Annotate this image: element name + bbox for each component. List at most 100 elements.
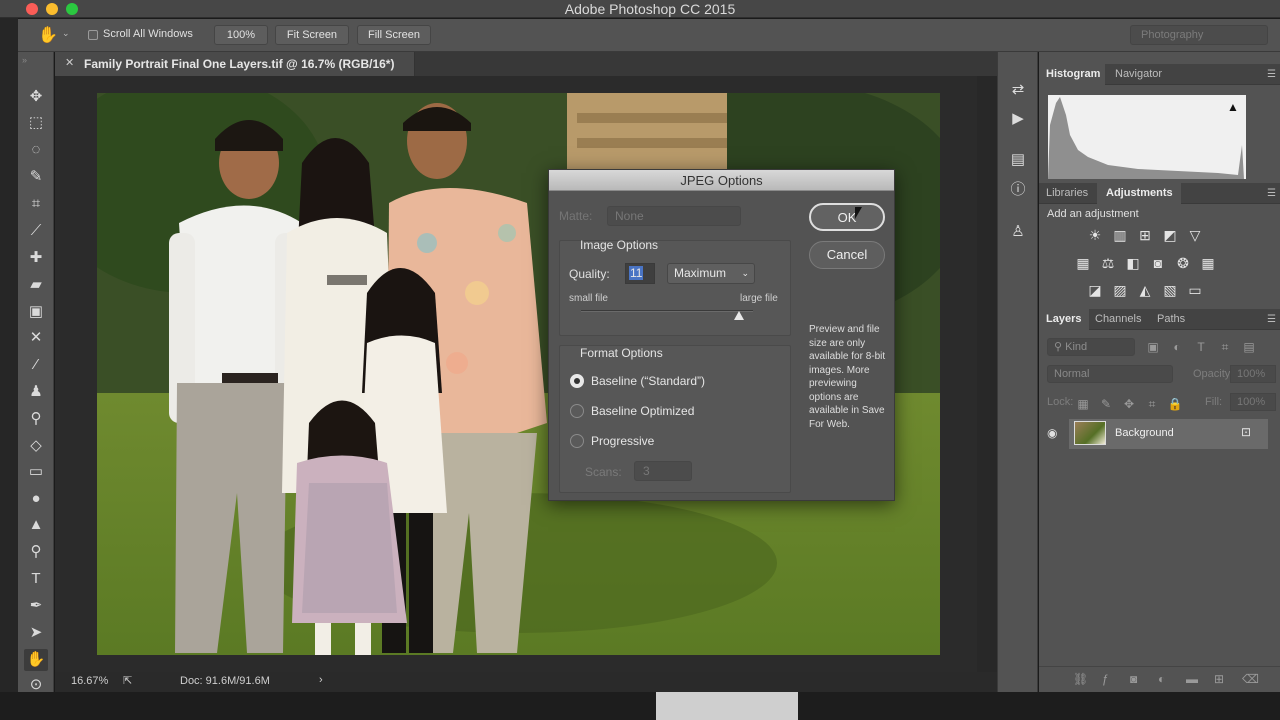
eyedropper-tool-icon[interactable]: ⟋ [24, 220, 48, 242]
actions-play-icon[interactable]: ▶ [1008, 109, 1028, 129]
lock-position-icon[interactable]: ✥ [1121, 396, 1137, 412]
tab-libraries[interactable]: Libraries [1046, 187, 1088, 199]
brush-tool-icon[interactable]: ▰ [24, 274, 48, 296]
blur-tool-icon[interactable]: ● [24, 488, 48, 510]
zoom-level-readout[interactable]: 16.67% [71, 675, 108, 687]
opacity-input[interactable]: 100% [1230, 365, 1276, 383]
history-icon[interactable]: ⇄ [1008, 80, 1028, 100]
close-icon[interactable]: ✕ [65, 56, 74, 69]
tab-channels[interactable]: Channels [1095, 313, 1141, 325]
tab-histogram[interactable]: Histogram [1046, 68, 1100, 80]
photo-filter-icon[interactable]: ◙ [1150, 255, 1166, 271]
ok-button[interactable]: OK [809, 203, 885, 231]
add-mask-icon[interactable]: ◙ [1130, 672, 1137, 686]
tab-adjustments[interactable]: Adjustments [1106, 187, 1173, 199]
quality-preset-select[interactable]: Maximum ⌄ [667, 263, 755, 284]
filter-type-icon[interactable]: T [1193, 339, 1209, 355]
black-white-icon[interactable]: ◧ [1125, 255, 1141, 271]
lock-icon[interactable]: ⊡ [1241, 425, 1251, 439]
layer-row[interactable]: Background ⊡ [1069, 419, 1268, 449]
warning-icon[interactable]: ▲ [1227, 100, 1239, 114]
lasso-tool-icon[interactable]: ◌ [24, 139, 48, 161]
trash-icon[interactable]: ⌫ [1242, 672, 1259, 686]
format-option-radio[interactable] [570, 374, 584, 388]
filter-adjustment-icon[interactable]: ◐ [1169, 339, 1185, 355]
format-option-label[interactable]: Baseline Optimized [591, 404, 694, 418]
eraser-tool-icon[interactable]: ◇ [24, 435, 48, 457]
chevron-down-icon[interactable]: ⌄ [62, 28, 70, 39]
quality-slider[interactable] [581, 310, 753, 312]
tab-paths[interactable]: Paths [1157, 313, 1185, 325]
marquee-tool-icon[interactable]: ⬚ [24, 112, 48, 134]
paint-brush-icon[interactable]: ⁄ [24, 354, 48, 376]
new-group-icon[interactable]: ▬ [1186, 672, 1198, 686]
filter-smart-object-icon[interactable]: ▤ [1241, 339, 1257, 355]
sharpen-tool-icon[interactable]: ▲ [24, 514, 48, 536]
blend-mode-select[interactable]: Normal [1047, 365, 1173, 383]
format-option-radio[interactable] [570, 404, 584, 418]
threshold-icon[interactable]: ◭ [1137, 282, 1153, 298]
healing-brush-tool-icon[interactable]: ✚ [24, 247, 48, 269]
dodge-tool-icon[interactable]: ⚲ [24, 541, 48, 563]
move-tool-icon[interactable]: ✥ [24, 86, 48, 108]
lock-all-icon[interactable]: 🔒 [1167, 396, 1183, 412]
format-option-radio[interactable] [570, 434, 584, 448]
chevron-right-icon[interactable]: › [319, 674, 323, 686]
layer-filter-kind[interactable]: ⚲ Kind [1047, 338, 1135, 356]
lock-pixels-icon[interactable]: ✎ [1098, 396, 1114, 412]
workspace-switcher[interactable]: Photography [1130, 25, 1268, 45]
art-history-brush-icon[interactable]: ⚲ [24, 408, 48, 430]
curves-icon[interactable]: ⊞ [1137, 227, 1153, 243]
panel-menu-icon[interactable]: ☰ [1267, 188, 1276, 199]
filter-shape-icon[interactable]: ⌗ [1217, 339, 1233, 355]
panel-menu-icon[interactable]: ☰ [1267, 69, 1276, 80]
hand-tool-icon[interactable]: ✋ [38, 25, 58, 45]
format-option-label[interactable]: Baseline (“Standard”) [591, 374, 705, 388]
quality-input[interactable]: 11 [625, 263, 655, 284]
cancel-button[interactable]: Cancel [809, 241, 885, 269]
crop-tool-icon[interactable]: ⌗ [24, 193, 48, 215]
quick-selection-tool-icon[interactable]: ✎ [24, 166, 48, 188]
stamp-tool-icon[interactable]: ▣ [24, 301, 48, 323]
fx-icon[interactable]: ƒ [1102, 672, 1109, 686]
zoom-100-button[interactable]: 100% [214, 25, 268, 45]
new-layer-icon[interactable]: ⊞ [1214, 672, 1224, 686]
eye-icon[interactable]: ◉ [1047, 426, 1057, 440]
color-balance-icon[interactable]: ⚖ [1100, 255, 1116, 271]
selective-color-icon[interactable]: ▧ [1162, 282, 1178, 298]
levels-icon[interactable]: ▥ [1112, 227, 1128, 243]
fill-input[interactable]: 100% [1230, 393, 1276, 411]
clone-source-icon[interactable]: ♙ [1008, 222, 1028, 242]
filter-pixel-icon[interactable]: ▣ [1145, 339, 1161, 355]
hand-tool-icon[interactable]: ✋ [24, 649, 48, 671]
tab-layers[interactable]: Layers [1046, 313, 1081, 325]
quality-slider-thumb[interactable] [734, 311, 745, 320]
format-option-label[interactable]: Progressive [591, 434, 654, 448]
vibrance-icon[interactable]: ▽ [1187, 227, 1203, 243]
gradient-tool-icon[interactable]: ▭ [24, 461, 48, 483]
history-brush-tool-icon[interactable]: ✕ [24, 327, 48, 349]
clone-stamp-icon[interactable]: ♟ [24, 381, 48, 403]
fill-screen-button[interactable]: Fill Screen [357, 25, 431, 45]
path-selection-tool-icon[interactable]: ➤ [24, 622, 48, 644]
fit-screen-button[interactable]: Fit Screen [275, 25, 349, 45]
document-tab[interactable]: ✕ Family Portrait Final One Layers.tif @… [55, 52, 415, 76]
panel-grip-icon[interactable]: » [22, 55, 27, 65]
hue-saturation-icon[interactable]: ▦ [1075, 255, 1091, 271]
color-lookup-icon[interactable]: ▦ [1200, 255, 1216, 271]
dialog-title-bar[interactable]: JPEG Options [549, 170, 894, 191]
type-tool-icon[interactable]: T [24, 568, 48, 590]
link-layers-icon[interactable]: ⛓ [1073, 672, 1088, 686]
tab-navigator[interactable]: Navigator [1115, 68, 1162, 80]
share-icon[interactable]: ⇱ [123, 674, 132, 687]
properties-icon[interactable]: ▤ [1008, 150, 1028, 170]
channel-mixer-icon[interactable]: ❂ [1175, 255, 1191, 271]
gradient-map-icon[interactable]: ▭ [1187, 282, 1203, 298]
pen-tool-icon[interactable]: ✒ [24, 595, 48, 617]
new-adjustment-layer-icon[interactable]: ◐ [1158, 672, 1165, 686]
invert-icon[interactable]: ◪ [1087, 282, 1103, 298]
exposure-icon[interactable]: ◩ [1162, 227, 1178, 243]
scroll-all-windows-checkbox[interactable] [88, 30, 98, 40]
info-icon[interactable]: ⓘ [1008, 180, 1028, 200]
panel-menu-icon[interactable]: ☰ [1267, 314, 1276, 325]
